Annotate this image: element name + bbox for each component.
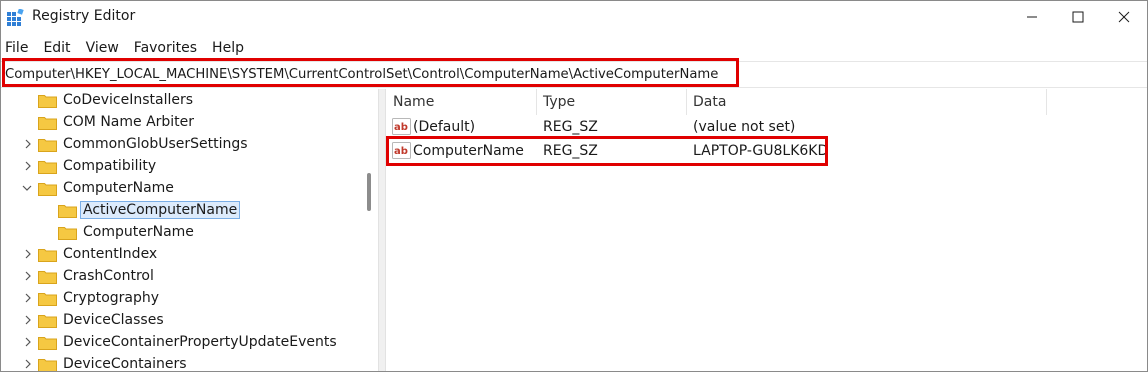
string-value-icon: ab [392, 118, 411, 135]
menu-file[interactable]: File [5, 36, 28, 60]
tree-item-label: CommonGlobUserSettings [63, 136, 248, 152]
svg-text:ab: ab [394, 122, 408, 133]
folder-icon [38, 138, 57, 152]
folder-icon [38, 292, 57, 306]
chevron-right-icon[interactable] [23, 161, 33, 171]
tree-item[interactable]: CrashControl [38, 265, 154, 287]
tree-item[interactable]: Cryptography [38, 287, 159, 309]
column-header-type[interactable]: Type [536, 89, 686, 115]
chevron-right-icon[interactable] [23, 271, 33, 281]
folder-icon [58, 226, 77, 240]
folder-icon [38, 336, 57, 350]
close-button[interactable] [1101, 1, 1147, 33]
folder-icon [38, 160, 57, 174]
chevron-right-icon[interactable] [23, 249, 33, 259]
folder-icon [38, 270, 57, 284]
maximize-icon [1072, 11, 1084, 23]
tree-item-label: Compatibility [63, 158, 157, 174]
tree-item[interactable]: ComputerName [58, 221, 194, 243]
address-path[interactable]: Computer\HKEY_LOCAL_MACHINE\SYSTEM\Curre… [5, 67, 718, 82]
value-type: REG_SZ [543, 119, 598, 135]
menu-edit[interactable]: Edit [43, 36, 70, 60]
value-row[interactable]: ab ComputerName REG_SZ LAPTOP-GU8LK6KD [386, 139, 1046, 163]
tree-item-label: ContentIndex [63, 246, 158, 262]
chevron-down-icon[interactable] [22, 183, 32, 193]
chevron-right-icon[interactable] [23, 315, 33, 325]
key-tree[interactable]: CoDeviceInstallers COM Name Arbiter Comm… [1, 89, 378, 372]
folder-icon [38, 358, 57, 371]
value-type: REG_SZ [543, 143, 598, 159]
value-row[interactable]: ab (Default) REG_SZ (value not set) [386, 115, 1046, 139]
string-value-icon: ab [392, 142, 411, 159]
tree-scrollbar[interactable] [361, 89, 378, 371]
maximize-button[interactable] [1055, 1, 1101, 33]
tree-item[interactable]: DeviceContainerPropertyUpdateEvents [38, 331, 337, 353]
tree-item[interactable]: COM Name Arbiter [38, 111, 194, 133]
value-name: (Default) [413, 119, 476, 135]
tree-item-label: ComputerName [83, 224, 194, 240]
scrollbar-thumb[interactable] [367, 173, 371, 211]
value-data: LAPTOP-GU8LK6KD [693, 143, 829, 159]
tree-item[interactable]: DeviceContainers [38, 353, 187, 372]
chevron-right-icon[interactable] [23, 293, 33, 303]
tree-item[interactable]: Compatibility [38, 155, 156, 177]
registry-editor-icon [7, 9, 24, 26]
menu-help[interactable]: Help [212, 36, 244, 60]
tree-item[interactable]: DeviceClasses [38, 309, 164, 331]
registry-editor-window: Registry Editor File Edit View Favorites… [0, 0, 1148, 372]
tree-item[interactable]: CommonGlobUserSettings [38, 133, 248, 155]
tree-item-label: DeviceContainers [63, 356, 187, 372]
tree-item-label: CoDeviceInstallers [63, 92, 194, 108]
menu-view[interactable]: View [86, 36, 119, 60]
minimize-icon [1027, 16, 1037, 18]
folder-icon [38, 116, 57, 130]
value-data: (value not set) [693, 119, 796, 135]
tree-item[interactable]: ContentIndex [38, 243, 157, 265]
svg-text:ab: ab [394, 146, 408, 157]
tree-item-selected[interactable]: ActiveComputerName [58, 199, 241, 221]
close-icon [1118, 11, 1130, 23]
values-list[interactable]: Name Type Data ab (Default) REG_SZ (valu… [386, 89, 1147, 371]
folder-icon [58, 204, 77, 218]
value-name: ComputerName [413, 143, 524, 159]
tree-item-label: ActiveComputerName [80, 201, 241, 219]
column-header-name[interactable]: Name [386, 89, 536, 115]
tree-item-label: DeviceContainerPropertyUpdateEvents [63, 334, 337, 350]
tree-item-label: ComputerName [63, 180, 174, 196]
folder-icon [38, 248, 57, 262]
tree-item-label: DeviceClasses [63, 312, 164, 328]
menu-favorites[interactable]: Favorites [134, 36, 197, 60]
column-divider[interactable] [1046, 89, 1047, 115]
menu-bar: File Edit View Favorites Help [1, 36, 1147, 60]
chevron-right-icon[interactable] [23, 337, 33, 347]
chevron-right-icon[interactable] [23, 139, 33, 149]
chevron-right-icon[interactable] [23, 359, 33, 369]
folder-icon [38, 314, 57, 328]
minimize-button[interactable] [1009, 1, 1055, 33]
title-bar[interactable]: Registry Editor [1, 1, 1147, 35]
folder-icon [38, 94, 57, 108]
folder-icon [38, 182, 57, 196]
tree-item[interactable]: ComputerName [38, 177, 174, 199]
pane-splitter[interactable] [378, 89, 386, 371]
window-title: Registry Editor [32, 8, 136, 24]
column-header-data[interactable]: Data [686, 89, 1046, 115]
tree-item[interactable]: CoDeviceInstallers [38, 89, 193, 111]
tree-item-label: COM Name Arbiter [63, 114, 195, 130]
tree-item-label: Cryptography [63, 290, 160, 306]
address-bar[interactable]: Computer\HKEY_LOCAL_MACHINE\SYSTEM\Curre… [1, 61, 1147, 88]
tree-item-label: CrashControl [63, 268, 154, 284]
